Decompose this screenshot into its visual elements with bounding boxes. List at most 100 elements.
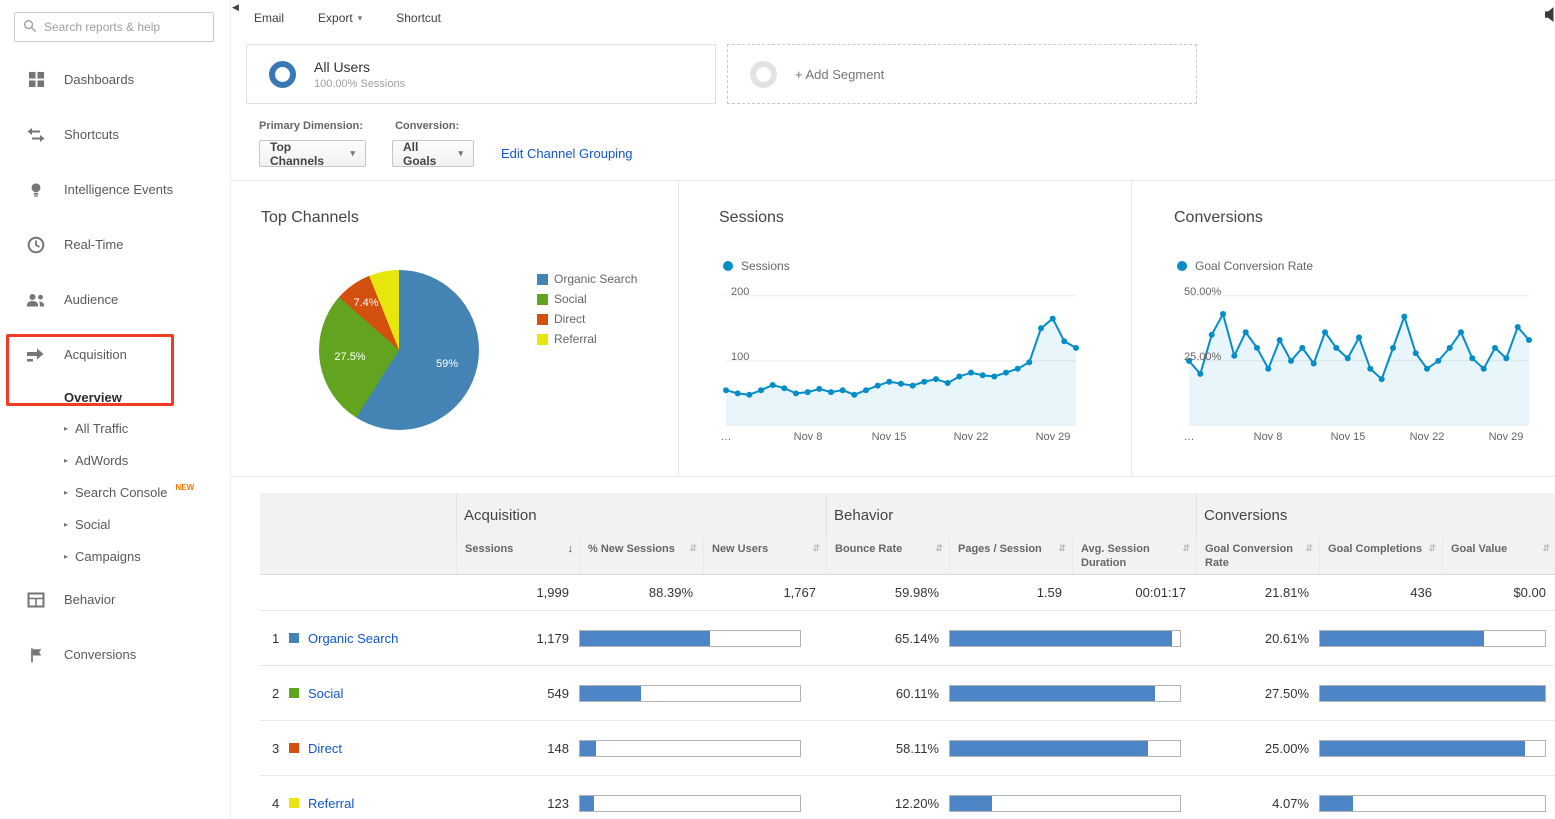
table-column-header-row: Sessions↓% New Sessions⇵New Users⇵Bounce…	[260, 537, 1555, 575]
sidebar-item-intelligence-events[interactable]: Intelligence Events	[0, 162, 230, 217]
legend-dot-icon	[1177, 261, 1187, 271]
sidebar-item-label: Acquisition	[64, 347, 127, 362]
shortcut-button[interactable]: Shortcut	[396, 11, 441, 25]
charts-row: Top Channels 59%27.5%7.4% Organic Search…	[231, 180, 1555, 477]
speaker-icon[interactable]	[1545, 6, 1555, 26]
x-axis-label: Nov 15	[869, 431, 909, 443]
sort-toggle-icon: ⇵	[812, 543, 820, 574]
sidebar-subitem-label: Search Console	[75, 485, 168, 500]
edit-channel-grouping-link[interactable]: Edit Channel Grouping	[501, 146, 633, 161]
report-search-box[interactable]	[14, 12, 214, 42]
total-value: 21.81%	[1196, 575, 1319, 610]
sidebar-subitem-all-traffic[interactable]: ▸All Traffic	[0, 412, 230, 444]
sort-toggle-icon: ⇵	[1058, 543, 1066, 574]
sessions-legend: Sessions	[723, 259, 790, 273]
top-channels-pie-chart[interactable]: 59%27.5%7.4%	[319, 270, 479, 430]
conversion-goals-dropdown[interactable]: All Goals ▾	[392, 140, 474, 167]
total-value: 436	[1319, 575, 1442, 610]
sort-toggle-icon: ⇵	[1182, 543, 1190, 574]
panel-title: Top Channels	[261, 209, 359, 227]
sidebar-item-acquisition[interactable]: Acquisition	[0, 327, 230, 382]
sidebar-subitem-label: Social	[75, 517, 110, 532]
chevron-right-icon: ▸	[64, 424, 68, 433]
sidebar-subitem-search-console[interactable]: ▸Search ConsoleNEW	[0, 476, 230, 508]
grid-icon	[26, 70, 46, 90]
conversion-value: All Goals	[403, 140, 448, 168]
legend-swatch-icon	[537, 274, 548, 285]
sessions-line-chart[interactable]	[726, 286, 1076, 426]
sidebar-item-label: Audience	[64, 292, 118, 307]
sort-toggle-icon: ⇵	[1542, 543, 1550, 574]
channel-link[interactable]: Organic Search	[308, 631, 398, 646]
channel-link[interactable]: Referral	[308, 796, 354, 811]
sidebar-item-shortcuts[interactable]: Shortcuts	[0, 107, 230, 162]
column-header-goal-value[interactable]: Goal Value⇵	[1442, 537, 1555, 574]
total-value: 00:01:17	[1072, 575, 1196, 610]
legend-label: Goal Conversion Rate	[1195, 259, 1313, 273]
column-header-pages-session[interactable]: Pages / Session⇵	[949, 537, 1072, 574]
x-axis-label: …	[706, 431, 746, 443]
bounce-rate-value: 12.20%	[826, 776, 949, 819]
table-group-header-row: AcquisitionBehaviorConversions	[260, 493, 1555, 537]
sidebar-item-audience[interactable]: Audience	[0, 272, 230, 327]
table-row: 3Direct14858.11%25.00%	[260, 721, 1555, 776]
table-group-label: Behavior	[826, 493, 1196, 537]
goal-conversion-rate-value: 4.07%	[1196, 776, 1319, 819]
row-rank: 3	[272, 741, 280, 756]
y-axis-label: 100	[731, 351, 749, 363]
new-badge: NEW	[176, 483, 195, 492]
sidebar-subitem-social[interactable]: ▸ Social	[0, 508, 230, 540]
caret-down-icon: ▾	[358, 13, 363, 24]
bounce-rate-value: 65.14%	[826, 611, 949, 665]
sidebar-item-behavior[interactable]: Behavior	[0, 572, 230, 627]
sidebar-subitem-label: AdWords	[75, 453, 128, 468]
chevron-right-icon: ▸	[64, 552, 68, 561]
segment-all-users[interactable]: All Users 100.00% Sessions	[246, 44, 716, 104]
sidebar-item-conversions[interactable]: Conversions	[0, 627, 230, 682]
goal-conversion-rate-value: 27.50%	[1196, 666, 1319, 720]
sidebar-subitem-campaigns[interactable]: ▸Campaigns	[0, 540, 230, 572]
search-input[interactable]	[44, 20, 205, 34]
email-button[interactable]: Email	[254, 11, 284, 25]
sessions-value: 123	[456, 776, 579, 819]
channel-link[interactable]: Direct	[308, 741, 342, 756]
column-header-avg-session-duration[interactable]: Avg. Session Duration⇵	[1072, 537, 1196, 574]
sidebar-subitem-overview[interactable]: Overview	[0, 382, 230, 412]
column-header-sessions[interactable]: Sessions↓	[456, 537, 579, 574]
sidebar-item-real-time[interactable]: Real-Time	[0, 217, 230, 272]
add-segment-button[interactable]: + Add Segment	[727, 44, 1197, 104]
sidebar-item-label: Behavior	[64, 592, 115, 607]
column-header-new-users[interactable]: New Users⇵	[703, 537, 826, 574]
conversions-panel: Conversions Goal Conversion Rate 25.00%5…	[1132, 181, 1555, 476]
sidebar-collapse-icon[interactable]: ◀	[232, 2, 239, 13]
caret-down-icon: ▾	[458, 148, 463, 159]
sort-toggle-icon: ⇵	[689, 543, 697, 574]
chevron-right-icon: ▸	[64, 456, 68, 465]
sidebar-subitem-adwords[interactable]: ▸ AdWords	[0, 444, 230, 476]
pie-slice-label: 59%	[436, 358, 458, 370]
sessions-value: 1,179	[456, 611, 579, 665]
column-header-goal-completions[interactable]: Goal Completions⇵	[1319, 537, 1442, 574]
sidebar-item-dashboards[interactable]: Dashboards	[0, 52, 230, 107]
pie-legend: Organic SearchSocialDirectReferral	[537, 269, 637, 349]
column-header--new-sessions[interactable]: % New Sessions⇵	[579, 537, 703, 574]
primary-dimension-dropdown[interactable]: Top Channels ▾	[259, 140, 366, 167]
pie-slice-label: 7.4%	[353, 297, 378, 309]
app: DashboardsShortcutsIntelligence EventsRe…	[0, 0, 1555, 819]
main-content: ◀ Email Export ▾ Shortcut All Users 100.…	[230, 0, 1555, 819]
x-axis-label: Nov 29	[1033, 431, 1073, 443]
export-button[interactable]: Export ▾	[318, 11, 362, 25]
people-icon	[26, 290, 46, 310]
column-header-goal-conversion-rate[interactable]: Goal Conversion Rate⇵	[1196, 537, 1319, 574]
segment-title: All Users	[314, 59, 405, 75]
chevron-right-icon: ▸	[64, 520, 68, 529]
sort-toggle-icon: ⇵	[1305, 543, 1313, 574]
goal-conversion-bar	[1319, 740, 1546, 757]
channel-color-swatch-icon	[289, 743, 299, 753]
column-header-bounce-rate[interactable]: Bounce Rate⇵	[826, 537, 949, 574]
x-axis-label: Nov 29	[1486, 431, 1526, 443]
sessions-panel: Sessions Sessions 100200…Nov 8Nov 15Nov …	[679, 181, 1132, 476]
conversions-line-chart[interactable]	[1189, 286, 1529, 426]
channel-link[interactable]: Social	[308, 686, 343, 701]
x-axis-label: Nov 8	[1248, 431, 1288, 443]
